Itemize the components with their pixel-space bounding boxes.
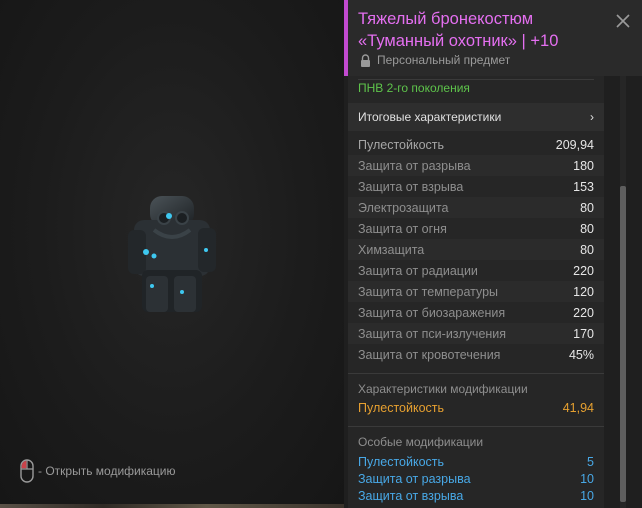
item-header: Тяжелый бронекостюм «Туманный охотник» |…: [344, 0, 642, 76]
stat-row: Защита от разрыва 180: [348, 155, 604, 176]
stat-label: Защита от пси-излучения: [358, 326, 507, 341]
stat-row: Защита от кровотечения 45%: [348, 344, 604, 365]
mod-characteristic-row: Пулестойкость 41,94: [358, 401, 594, 415]
close-icon[interactable]: [614, 12, 632, 30]
armor-suit-image: [128, 196, 216, 312]
personal-label: Персональный предмет: [377, 53, 511, 67]
scrolled-row-edge: [358, 76, 594, 80]
nvg-label: ПНВ 2-го поколения: [358, 81, 470, 95]
item-title: Тяжелый бронекостюм «Туманный охотник» |…: [358, 10, 559, 50]
stat-label: Пулестойкость: [358, 137, 445, 152]
final-characteristics-button[interactable]: Итоговые характеристики ›: [348, 103, 604, 131]
tooltip-content[interactable]: ПНВ 2-го поколения Итоговые характеристи…: [348, 76, 604, 508]
stat-row: Защита от биозаражения 220: [348, 302, 604, 323]
item-level: +10: [530, 32, 559, 50]
special-mods-section: Особые модификации Пулестойкость 5 Защита…: [348, 426, 604, 508]
stat-value: 220: [573, 263, 594, 278]
stat-value: 153: [573, 179, 594, 194]
mouse-icon: [20, 459, 34, 483]
stat-row: Электрозащита 80: [348, 197, 604, 218]
stat-value: 80: [580, 200, 594, 215]
stat-value: 80: [580, 242, 594, 257]
personal-item-label: Персональный предмет: [360, 53, 510, 67]
special-mod-value: 10: [580, 471, 594, 486]
stat-label: Защита от биозаражения: [358, 305, 506, 320]
stat-row: Химзащита 80: [348, 239, 604, 260]
stat-label: Электрозащита: [358, 200, 449, 215]
stat-value: 80: [580, 221, 594, 236]
stat-label: Защита от разрыва: [358, 158, 471, 173]
stat-label: Защита от радиации: [358, 263, 478, 278]
final-characteristics-label: Итоговые характеристики: [358, 110, 502, 124]
mod-characteristic-value: 41,94: [562, 401, 594, 415]
special-mod-label: Защита от разрыва: [358, 471, 471, 486]
item-preview-area: - Открыть модификацию: [0, 0, 344, 508]
stat-value: 209,94: [555, 137, 594, 152]
scrollbar-thumb[interactable]: [620, 186, 626, 502]
special-mod-row: Пулестойкость 5: [358, 453, 594, 470]
stat-value: 180: [573, 158, 594, 173]
stat-value: 170: [573, 326, 594, 341]
stat-row: Защита от радиации 220: [348, 260, 604, 281]
stats-list: Пулестойкость 209,94 Защита от разрыва 180…: [348, 134, 604, 365]
chevron-right-icon: ›: [590, 110, 594, 124]
hint-label: - Открыть модификацию: [38, 464, 176, 478]
special-mods-list: Пулестойкость 5 Защита от разрыва 10 Защит…: [358, 453, 594, 504]
stat-label: Химзащита: [358, 242, 425, 257]
special-mod-row: Защита от взрыва 10: [358, 487, 594, 504]
lock-icon: [361, 53, 370, 67]
special-mod-value: 5: [587, 454, 594, 469]
item-name: Тяжелый бронекостюм «Туманный охотник»: [358, 10, 534, 50]
stat-row: Защита от пси-излучения 170: [348, 323, 604, 344]
stat-label: Защита от кровотечения: [358, 347, 501, 362]
stat-value: 120: [573, 284, 594, 299]
special-mod-label: Защита от взрыва: [358, 488, 464, 503]
stat-value: 45%: [568, 347, 594, 362]
special-mods-title: Особые модификации: [358, 435, 484, 449]
stat-row: Защита от взрыва 153: [348, 176, 604, 197]
open-mod-hint: - Открыть модификацию: [20, 458, 176, 484]
mod-characteristic-label: Пулестойкость: [358, 401, 445, 415]
special-mod-label: Пулестойкость: [358, 454, 445, 469]
special-mod-row: Защита от разрыва 10: [358, 470, 594, 487]
stat-value: 220: [573, 305, 594, 320]
stat-row: Пулестойкость 209,94: [348, 134, 604, 155]
item-tooltip-panel: Тяжелый бронекостюм «Туманный охотник» |…: [344, 0, 642, 508]
stat-row: Защита от температуры 120: [348, 281, 604, 302]
stat-label: Защита от огня: [358, 221, 447, 236]
stat-row: Защита от огня 80: [348, 218, 604, 239]
inventory-strip: [0, 504, 344, 508]
mod-characteristics-section: Характеристики модификации Пулестойкость…: [348, 373, 604, 423]
stat-label: Защита от температуры: [358, 284, 499, 299]
special-mod-value: 10: [580, 488, 594, 503]
mod-characteristics-title: Характеристики модификации: [358, 382, 528, 396]
stat-label: Защита от взрыва: [358, 179, 464, 194]
